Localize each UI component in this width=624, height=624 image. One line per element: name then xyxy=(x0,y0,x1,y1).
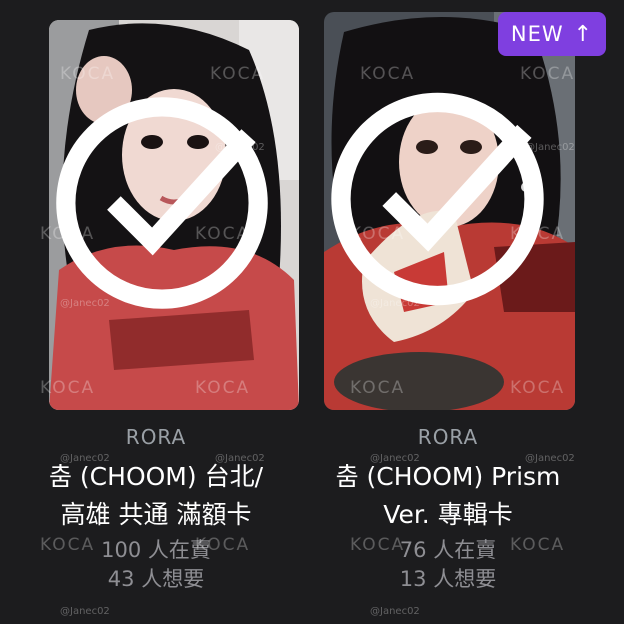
photocard-info: RORA 춤 (CHOOM) 台北/ 高雄 共通 滿額卡 100 人在賣 43 … xyxy=(0,425,312,594)
selling-count: 76 人在賣 xyxy=(399,538,497,562)
artist-name: RORA xyxy=(125,425,187,449)
wanting-count: 13 人想要 xyxy=(399,567,497,591)
photocard-image[interactable] xyxy=(324,12,575,410)
photocard-image[interactable] xyxy=(49,20,299,410)
wanting-count: 43 人想要 xyxy=(107,567,205,591)
card-title[interactable]: 춤 (CHOOM) Prism Ver. 專輯卡 xyxy=(292,458,604,534)
card-title-line2: Ver. 專輯卡 xyxy=(383,500,513,529)
photocard-grid: RORA 춤 (CHOOM) 台北/ 高雄 共通 滿額卡 100 人在賣 43 … xyxy=(0,0,624,624)
new-badge: NEW ↑ xyxy=(498,12,606,56)
photocard-item[interactable]: NEW ↑ RORA 춤 (CHOOM) Prism Ver. 專輯卡 76 人… xyxy=(312,0,624,624)
owned-check-icon xyxy=(331,92,544,306)
photocard-item[interactable]: RORA 춤 (CHOOM) 台北/ 高雄 共通 滿額卡 100 人在賣 43 … xyxy=(0,0,312,624)
artist-name: RORA xyxy=(417,425,479,449)
card-title-line1: 춤 (CHOOM) Prism xyxy=(335,462,561,491)
card-title[interactable]: 춤 (CHOOM) 台北/ 高雄 共通 滿額卡 xyxy=(0,458,312,534)
new-badge-label: NEW xyxy=(510,22,564,46)
photocard-info: RORA 춤 (CHOOM) Prism Ver. 專輯卡 76 人在賣 13 … xyxy=(292,425,604,594)
card-title-line1: 춤 (CHOOM) 台北/ xyxy=(48,462,263,491)
selling-count: 100 人在賣 xyxy=(101,538,211,562)
owned-check-icon xyxy=(56,97,268,309)
arrow-up-icon: ↑ xyxy=(573,21,594,47)
card-title-line2: 高雄 共通 滿額卡 xyxy=(60,500,252,529)
